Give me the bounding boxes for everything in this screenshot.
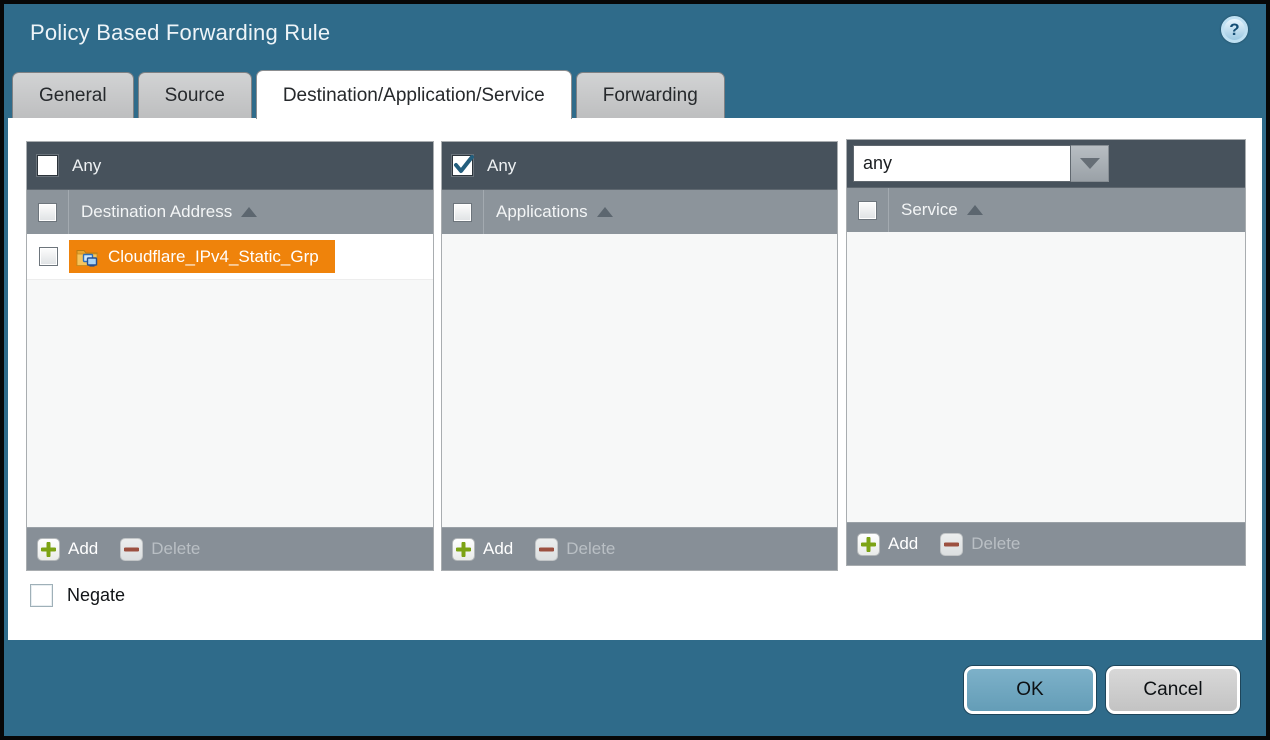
destination-address-column-header[interactable]: Destination Address xyxy=(81,202,232,222)
applications-any-row: Any xyxy=(442,142,837,189)
applications-list xyxy=(442,234,837,527)
tab-destination-application-service[interactable]: Destination/Application/Service xyxy=(256,70,572,119)
delete-button[interactable]: Delete xyxy=(971,534,1020,554)
destination-any-checkbox[interactable] xyxy=(37,155,58,176)
row-checkbox[interactable] xyxy=(39,247,58,266)
add-icon[interactable] xyxy=(37,538,60,561)
sort-ascending-icon xyxy=(241,207,257,217)
destination-address-list: Cloudflare_IPv4_Static_Grp xyxy=(27,234,433,527)
cancel-button[interactable]: Cancel xyxy=(1106,666,1240,714)
checkmark-icon xyxy=(451,152,477,178)
applications-footer: Add Delete xyxy=(442,527,837,570)
destination-footer: Add Delete xyxy=(27,527,433,570)
service-column: any Service Add Delete xyxy=(846,139,1246,566)
sort-ascending-icon xyxy=(967,205,983,215)
address-group-entry[interactable]: Cloudflare_IPv4_Static_Grp xyxy=(69,240,335,273)
add-button[interactable]: Add xyxy=(68,539,98,559)
help-glyph: ? xyxy=(1229,20,1239,40)
applications-any-checkbox[interactable] xyxy=(452,155,473,176)
address-group-icon xyxy=(76,247,100,267)
add-icon[interactable] xyxy=(857,533,880,556)
destination-any-label: Any xyxy=(72,156,101,176)
destination-any-row: Any xyxy=(27,142,433,189)
delete-button[interactable]: Delete xyxy=(566,539,615,559)
chevron-down-icon xyxy=(1080,158,1100,169)
applications-select-all-checkbox[interactable] xyxy=(453,203,472,222)
negate-option: Negate xyxy=(30,584,125,607)
sort-ascending-icon xyxy=(597,207,613,217)
add-icon[interactable] xyxy=(452,538,475,561)
destination-address-column: Any Destination Address Cloudflare_IPv xyxy=(26,141,434,571)
destination-address-header-row: Destination Address xyxy=(27,189,433,234)
applications-column: Any Applications Add Delete xyxy=(441,141,838,571)
applications-any-label: Any xyxy=(487,156,516,176)
tab-source[interactable]: Source xyxy=(138,72,252,119)
service-header-row: Service xyxy=(847,187,1245,232)
service-dropdown-value[interactable]: any xyxy=(853,145,1071,182)
add-button[interactable]: Add xyxy=(888,534,918,554)
service-dropdown: any xyxy=(853,145,1109,182)
add-button[interactable]: Add xyxy=(483,539,513,559)
help-icon[interactable]: ? xyxy=(1221,16,1248,43)
delete-icon[interactable] xyxy=(535,538,558,561)
service-footer: Add Delete xyxy=(847,522,1245,565)
service-dropdown-row: any xyxy=(847,140,1245,187)
delete-button[interactable]: Delete xyxy=(151,539,200,559)
address-group-name: Cloudflare_IPv4_Static_Grp xyxy=(108,247,319,267)
applications-column-header[interactable]: Applications xyxy=(496,202,588,222)
ok-button[interactable]: OK xyxy=(964,666,1096,714)
pbf-rule-dialog: Policy Based Forwarding Rule ? General S… xyxy=(0,0,1270,740)
negate-checkbox[interactable] xyxy=(30,584,53,607)
service-list xyxy=(847,232,1245,522)
delete-icon[interactable] xyxy=(940,533,963,556)
table-row: Cloudflare_IPv4_Static_Grp xyxy=(27,234,433,280)
negate-label: Negate xyxy=(67,585,125,606)
service-select-all-checkbox[interactable] xyxy=(858,201,877,220)
page-title: Policy Based Forwarding Rule xyxy=(30,20,330,46)
destination-select-all-checkbox[interactable] xyxy=(38,203,57,222)
delete-icon[interactable] xyxy=(120,538,143,561)
service-dropdown-button[interactable] xyxy=(1071,145,1109,182)
tab-general[interactable]: General xyxy=(12,72,134,119)
tab-bar: General Source Destination/Application/S… xyxy=(12,70,725,119)
service-column-header[interactable]: Service xyxy=(901,200,958,220)
tab-forwarding[interactable]: Forwarding xyxy=(576,72,725,119)
applications-header-row: Applications xyxy=(442,189,837,234)
